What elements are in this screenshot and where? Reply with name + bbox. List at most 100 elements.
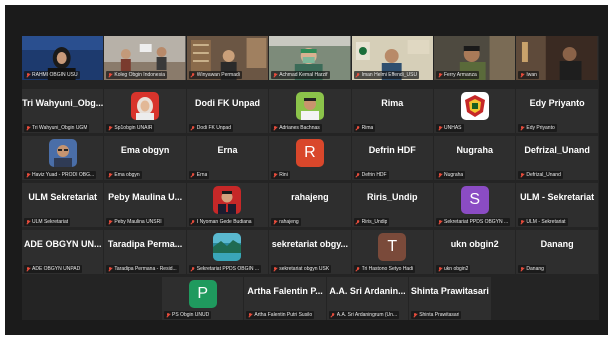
participant-label-text: ADE OBGYN UNPAD <box>32 266 81 272</box>
participant-label-text: Edy Priyanto <box>526 125 555 131</box>
participant-display-name: ULM Sekretariat <box>28 192 97 202</box>
participant-label-text: UNHAS <box>444 125 462 131</box>
participant-name-label: Haviz Yuad - PRODI OBG... <box>24 171 101 179</box>
participant-tile[interactable]: Tri Wahyuni_Obg... Tri Wahyuni_Obgin UGM <box>22 89 104 133</box>
participant-tile[interactable]: P PS Obgin UNUD <box>162 277 244 320</box>
participant-tile[interactable]: Sekretariat PPDS OBGIN ... <box>186 230 269 274</box>
participant-avatar: P <box>188 280 217 308</box>
participant-display-name: Rima <box>381 98 404 108</box>
participant-tile[interactable]: ukn obgin2 ukn obgin2 <box>434 230 516 274</box>
participant-tile[interactable]: Adrianes Bachnas <box>269 89 351 133</box>
participant-name-label: Tri Hastono Setyo Hadi <box>353 265 431 273</box>
participant-display-name: Riris_Undip <box>367 192 418 202</box>
participant-tile[interactable]: ULM Sekretariat ULM Sekretariat <box>22 183 104 227</box>
mic-muted-icon <box>108 72 112 78</box>
participant-label-text: RAHMI OBGIN USU <box>32 72 78 78</box>
participant-name-label: Defrizal_Unand <box>518 171 595 179</box>
mic-muted-icon <box>191 266 195 272</box>
participant-name-label: Iman Helmi Effendi_USU <box>353 71 431 79</box>
participant-name-label: ULM - Sekretariat <box>518 218 595 226</box>
participant-label-text: Sekretariat PPDS OBGIN ... <box>196 266 260 272</box>
participant-name-label: Winyawan Permadi <box>188 71 266 79</box>
participant-tile[interactable]: Taradipa Perma... Taradipa Permana - Resi… <box>104 230 186 274</box>
participant-label-text: sekretariat obgyn USK <box>279 266 330 272</box>
participant-label-text: Haviz Yuad - PRODI OBG... <box>32 172 95 178</box>
participant-name-label: A.A. Sri Ardaningrum (Un... <box>328 311 406 319</box>
participant-tile[interactable]: Defrizal_Unand Defrizal_Unand <box>516 136 598 180</box>
mic-muted-icon <box>273 219 277 225</box>
mic-muted-icon <box>108 219 112 225</box>
participant-tile[interactable]: Ferry Armanza <box>434 36 516 80</box>
participant-tile[interactable]: Sp1obgin UNAIR <box>104 89 186 133</box>
participant-tile[interactable]: Haviz Yuad - PRODI OBG... <box>22 136 104 180</box>
participant-label-text: Ferry Armanza <box>444 72 477 78</box>
participant-display-name: rahajeng <box>291 192 329 202</box>
participant-name-label: Koleg Obgin Indonesia <box>106 71 183 79</box>
participant-tile[interactable]: S Sekretariat PPDS OBGYN ... <box>434 183 516 227</box>
participant-tile[interactable]: Winyawan Permadi <box>186 36 269 80</box>
mic-muted-icon <box>26 219 30 225</box>
participant-tile[interactable]: Shinta Prawitasari Shinta Prawitasari <box>409 277 491 320</box>
participant-label-text: Tri Wahyuni_Obgin UGM <box>32 125 88 131</box>
participant-name-label: ADE OBGYN UNPAD <box>24 265 101 273</box>
participant-tile[interactable]: Erna Erna <box>186 136 269 180</box>
participant-tile[interactable]: Dodi FK Unpad Dodi FK Unpad <box>186 89 269 133</box>
participant-tile[interactable]: ADE OBGYN UN... ADE OBGYN UNPAD <box>22 230 104 274</box>
participant-tile[interactable]: T Tri Hastono Setyo Hadi <box>351 230 433 274</box>
participant-tile[interactable]: Iman Helmi Effendi_USU <box>351 36 433 80</box>
participant-name-label: Artha Falentin Putri Susilo <box>246 311 323 319</box>
participant-display-name: Artha Falentin P... <box>247 286 323 296</box>
mic-muted-icon <box>413 312 417 318</box>
participant-tile[interactable]: Ema obgyn Ema obgyn <box>104 136 186 180</box>
participant-name-label: Dodi FK Unpad <box>188 124 266 132</box>
participant-label-text: Shinta Prawitasari <box>419 312 460 318</box>
participant-avatar <box>213 233 242 261</box>
participant-tile[interactable]: Danang Danang <box>516 230 598 274</box>
mic-muted-icon <box>520 219 524 225</box>
participant-tile[interactable]: Iwan <box>516 36 598 80</box>
mic-muted-icon <box>438 125 442 131</box>
participant-tile[interactable]: rahajeng rahajeng <box>269 183 351 227</box>
participant-avatar <box>460 92 489 120</box>
participant-label-text: Nugraha <box>444 172 464 178</box>
participant-tile[interactable]: I Nyoman Gede Budiana <box>186 183 269 227</box>
participant-tile[interactable]: Defrin HDF Defrin HDF <box>351 136 433 180</box>
participant-name-label: Ema obgyn <box>106 171 183 179</box>
participant-tile[interactable]: UNHAS <box>434 89 516 133</box>
participant-tile[interactable]: Koleg Obgin Indonesia <box>104 36 186 80</box>
participant-label-text: Ema obgyn <box>114 172 140 178</box>
participant-tile[interactable]: ULM - Sekretariat ULM - Sekretariat <box>516 183 598 227</box>
participant-name-label: Edy Priyanto <box>518 124 595 132</box>
participant-tile[interactable]: Artha Falentin P... Artha Falentin Putri … <box>244 277 326 320</box>
participant-label-text: ULM Sekretariat <box>32 219 69 225</box>
participant-name-label: Nugraha <box>436 171 513 179</box>
participant-display-name: Peby Maulina U... <box>108 192 183 202</box>
participant-tile[interactable]: sekretariat obgy... sekretariat obgyn USK <box>269 230 351 274</box>
participant-avatar <box>213 186 242 214</box>
participant-label-text: Defrin HDF <box>361 172 387 178</box>
participant-tile[interactable]: Nugraha Nugraha <box>434 136 516 180</box>
mic-muted-icon <box>356 125 360 131</box>
participant-label-text: Sp1obgin UNAIR <box>114 125 153 131</box>
participant-tile[interactable]: RAHMI OBGIN USU <box>22 36 104 80</box>
participant-label-text: Iwan <box>526 72 537 78</box>
participant-name-label: Shinta Prawitasari <box>411 311 488 319</box>
mic-muted-icon <box>331 312 335 318</box>
mic-muted-icon <box>108 125 112 131</box>
mic-muted-icon <box>26 125 30 131</box>
participant-tile[interactable]: R Rini <box>269 136 351 180</box>
mic-muted-icon <box>273 72 277 78</box>
participant-tile[interactable]: Edy Priyanto Edy Priyanto <box>516 89 598 133</box>
participant-display-name: Taradipa Perma... <box>107 239 183 249</box>
participant-label-text: Erna <box>196 172 208 178</box>
participant-tile[interactable]: Rima Rima <box>351 89 433 133</box>
participant-tile[interactable]: Peby Maulina U... Peby Maulina UNSRI <box>104 183 186 227</box>
participant-name-label: Sp1obgin UNAIR <box>106 124 183 132</box>
meeting-window: RAHMI OBGIN USU Koleg Obgin Indonesia Wi… <box>5 5 608 335</box>
participant-label-text: Peby Maulina UNSRI <box>114 219 162 225</box>
mic-muted-icon <box>356 172 360 178</box>
participant-tile[interactable]: Achmad Kemal Harzif <box>269 36 351 80</box>
participant-tile[interactable]: A.A. Sri Ardanin... A.A. Sri Ardaningrum … <box>326 277 409 320</box>
mic-muted-icon <box>248 312 252 318</box>
participant-tile[interactable]: Riris_Undip Riris_Undip <box>351 183 433 227</box>
